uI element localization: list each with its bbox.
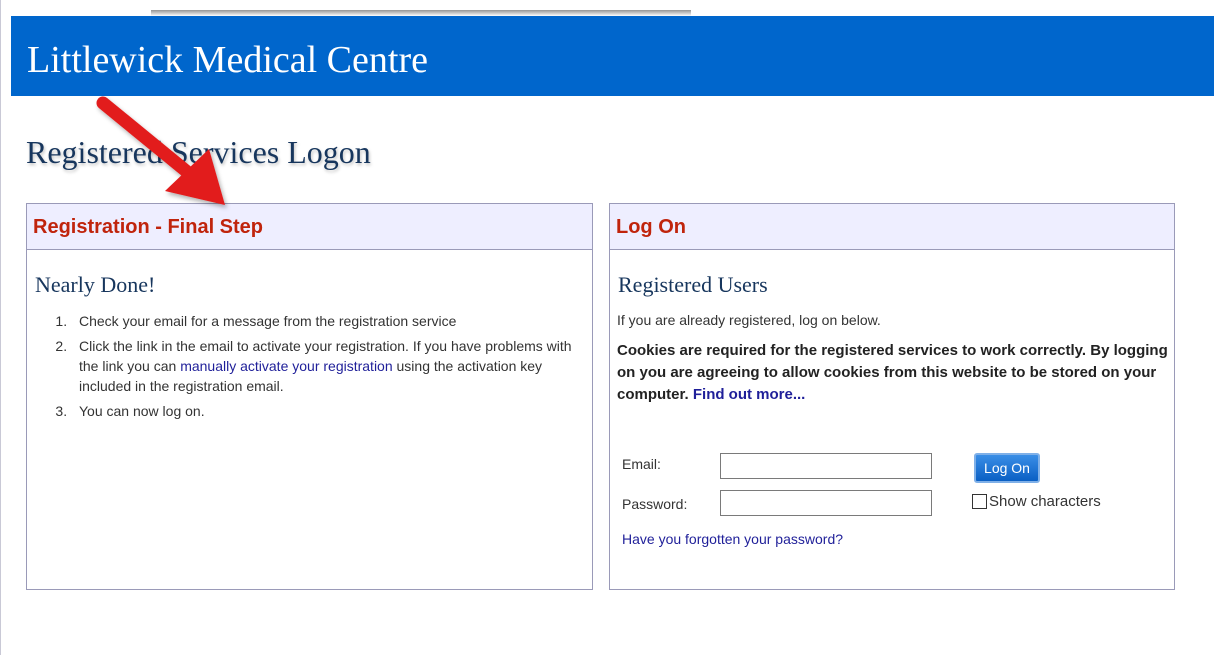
email-label: Email:: [622, 456, 661, 472]
site-title: Littlewick Medical Centre: [27, 39, 428, 81]
logon-panel-body: Registered Users If you are already regi…: [610, 272, 1174, 406]
page: Littlewick Medical Centre Registered Ser…: [0, 0, 1214, 655]
email-field[interactable]: [720, 453, 932, 479]
manual-activation-link[interactable]: manually activate your registration: [180, 358, 392, 374]
logon-button[interactable]: Log On: [974, 453, 1040, 483]
nearly-done-heading: Nearly Done!: [35, 272, 156, 297]
show-characters-label: Show characters: [989, 493, 1101, 510]
logon-intro: If you are already registered, log on be…: [617, 312, 881, 328]
password-label: Password:: [622, 496, 688, 512]
password-field[interactable]: [720, 490, 932, 516]
step-item: Click the link in the email to activate …: [71, 336, 582, 396]
site-header: Littlewick Medical Centre: [11, 16, 1214, 96]
registration-panel-body: Nearly Done! Check your email for a mess…: [27, 272, 592, 421]
step-item: Check your email for a message from the …: [71, 311, 582, 331]
logon-panel-title: Log On: [610, 204, 1174, 250]
step-1-text: Check your email for a message from the …: [79, 313, 457, 329]
show-characters-toggle[interactable]: Show characters: [972, 493, 1101, 510]
step-3-text: You can now log on.: [79, 403, 205, 419]
forgot-password-link[interactable]: Have you forgotten your password?: [622, 531, 843, 547]
step-item: You can now log on.: [71, 401, 582, 421]
red-arrow-icon: [96, 96, 225, 205]
find-out-more-link[interactable]: Find out more...: [693, 386, 806, 403]
show-characters-checkbox[interactable]: [972, 494, 987, 509]
registration-panel: Registration - Final Step Nearly Done! C…: [26, 203, 593, 590]
registered-users-heading: Registered Users: [618, 272, 768, 297]
cookie-notice: Cookies are required for the registered …: [617, 340, 1173, 406]
logon-panel: Log On Registered Users If you are alrea…: [609, 203, 1175, 590]
registration-steps: Check your email for a message from the …: [37, 311, 582, 421]
